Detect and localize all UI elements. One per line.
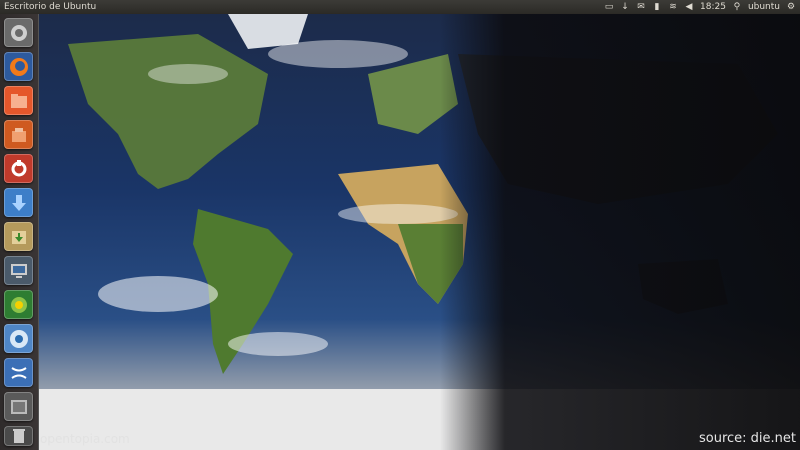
dash-home-button[interactable] <box>4 18 33 47</box>
system-tray: ▭ ↓ ✉ ▮ ≋ ◀ 18:25 ⚲ ubuntu ⚙ <box>604 0 796 14</box>
chrome-icon <box>9 329 28 348</box>
battery-icon[interactable]: ▮ <box>652 2 662 12</box>
remote-desktop-launcher[interactable] <box>4 256 33 285</box>
download-arrow-icon[interactable]: ↓ <box>620 2 630 12</box>
volume-icon[interactable]: ◀ <box>684 2 694 12</box>
system-settings-launcher[interactable] <box>4 154 33 183</box>
watermark-opentopia: opentopia.com <box>40 432 130 446</box>
firefox-icon <box>9 57 28 76</box>
top-panel: Escritorio de Ubuntu ▭ ↓ ✉ ▮ ≋ ◀ 18:25 ⚲… <box>0 0 800 14</box>
dna-app-icon <box>10 366 27 379</box>
night-shadow <box>440 14 800 450</box>
dna-app-launcher[interactable] <box>4 358 33 387</box>
archive-manager-launcher[interactable] <box>4 222 33 251</box>
desktop-wallpaper: opentopia.com source: die.net <box>38 14 800 450</box>
launcher <box>0 14 39 450</box>
wired-network-launcher[interactable] <box>4 290 33 319</box>
workspace-switcher-icon <box>10 399 27 414</box>
user-icon: ⚲ <box>733 2 741 12</box>
display-icon[interactable]: ▭ <box>604 2 614 12</box>
archive-manager-icon <box>11 230 26 244</box>
dash-home-icon <box>10 24 27 41</box>
software-center-launcher[interactable] <box>4 188 33 217</box>
mail-icon[interactable]: ✉ <box>636 2 646 12</box>
ubuntu-one-icon <box>11 127 26 142</box>
software-center-icon <box>11 194 26 211</box>
username[interactable]: ubuntu <box>748 0 780 14</box>
files-launcher[interactable] <box>4 86 33 115</box>
clock[interactable]: 18:25 <box>700 0 726 14</box>
files-icon <box>10 93 27 108</box>
chrome-launcher[interactable] <box>4 324 33 353</box>
window-title: Escritorio de Ubuntu <box>4 2 97 12</box>
system-settings-icon <box>11 159 26 176</box>
trash-launcher[interactable] <box>4 426 33 446</box>
wired-network-icon <box>10 296 27 313</box>
watermark-source: source: die.net <box>698 431 796 446</box>
ubuntu-one-launcher[interactable] <box>4 120 33 149</box>
wifi-icon[interactable]: ≋ <box>668 2 678 12</box>
trash-icon <box>12 429 25 443</box>
firefox-launcher[interactable] <box>4 52 33 81</box>
remote-desktop-icon <box>10 263 27 278</box>
gear-icon[interactable]: ⚙ <box>786 2 796 12</box>
workspace-switcher-launcher[interactable] <box>4 392 33 421</box>
